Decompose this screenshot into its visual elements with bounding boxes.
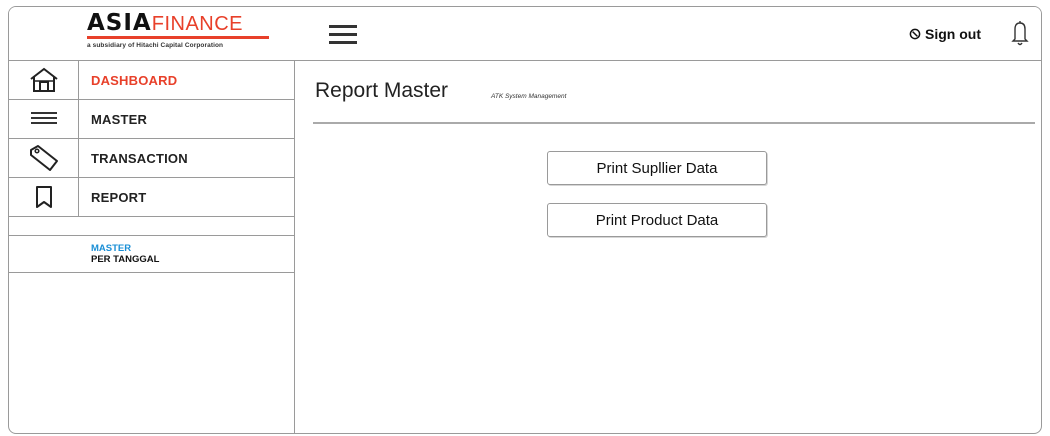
sign-out-label: Sign out: [925, 26, 981, 42]
subitem-line1: MASTER: [91, 243, 132, 254]
nav-icon-cell: [9, 61, 79, 99]
sidebar-item-transaction[interactable]: TRANSACTION: [9, 139, 295, 178]
bookmark-icon: [35, 186, 52, 208]
nav-icon-cell: [9, 139, 79, 177]
brand-logo[interactable]: ASIAFINANCE a subsidiary of Hitachi Capi…: [87, 9, 287, 59]
sidebar-subitem-master-per-tanggal[interactable]: MASTER PER TANGGAL: [9, 235, 295, 273]
subitem-line2: PER TANGGAL: [91, 254, 160, 265]
sign-out-button[interactable]: Sign out: [909, 24, 981, 44]
menu-toggle-icon[interactable]: [329, 25, 357, 44]
sidebar-item-label: DASHBOARD: [91, 72, 178, 88]
sidebar-item-master[interactable]: MASTER: [9, 100, 295, 139]
brand-underline: [87, 36, 269, 39]
nav-icon-cell: [9, 178, 79, 216]
brand-name-light: FINANCE: [151, 13, 244, 35]
list-icon: [30, 112, 57, 124]
title-divider: [313, 122, 1035, 124]
tag-icon: [29, 145, 58, 171]
home-icon: [29, 67, 58, 92]
sidebar-item-label: MASTER: [91, 111, 148, 127]
print-supplier-data-button[interactable]: Print Supllier Data: [547, 151, 767, 185]
brand-name-bold: ASIA: [87, 10, 152, 36]
sidebar: DASHBOARD MASTER TRANSACTION REPORT MAST…: [9, 61, 295, 433]
sidebar-item-label: TRANSACTION: [91, 150, 188, 166]
page-subtitle: ATK System Management: [491, 93, 567, 100]
nav-icon-cell: [9, 100, 79, 138]
sidebar-item-dashboard[interactable]: DASHBOARD: [9, 61, 295, 100]
top-header: ASIAFINANCE a subsidiary of Hitachi Capi…: [9, 7, 1041, 61]
main-content: Report Master ATK System Management Prin…: [295, 61, 1041, 433]
power-icon: [909, 28, 921, 40]
sidebar-item-report[interactable]: REPORT: [9, 178, 295, 217]
print-product-data-button[interactable]: Print Product Data: [547, 203, 767, 237]
page-title: Report Master: [315, 79, 449, 102]
brand-tagline: a subsidiary of Hitachi Capital Corporat…: [87, 42, 224, 49]
brand-wordmark: ASIAFINANCE: [87, 9, 287, 37]
sidebar-item-label: REPORT: [91, 189, 147, 205]
app-window: ASIAFINANCE a subsidiary of Hitachi Capi…: [8, 6, 1042, 434]
bell-icon[interactable]: [1009, 19, 1031, 47]
